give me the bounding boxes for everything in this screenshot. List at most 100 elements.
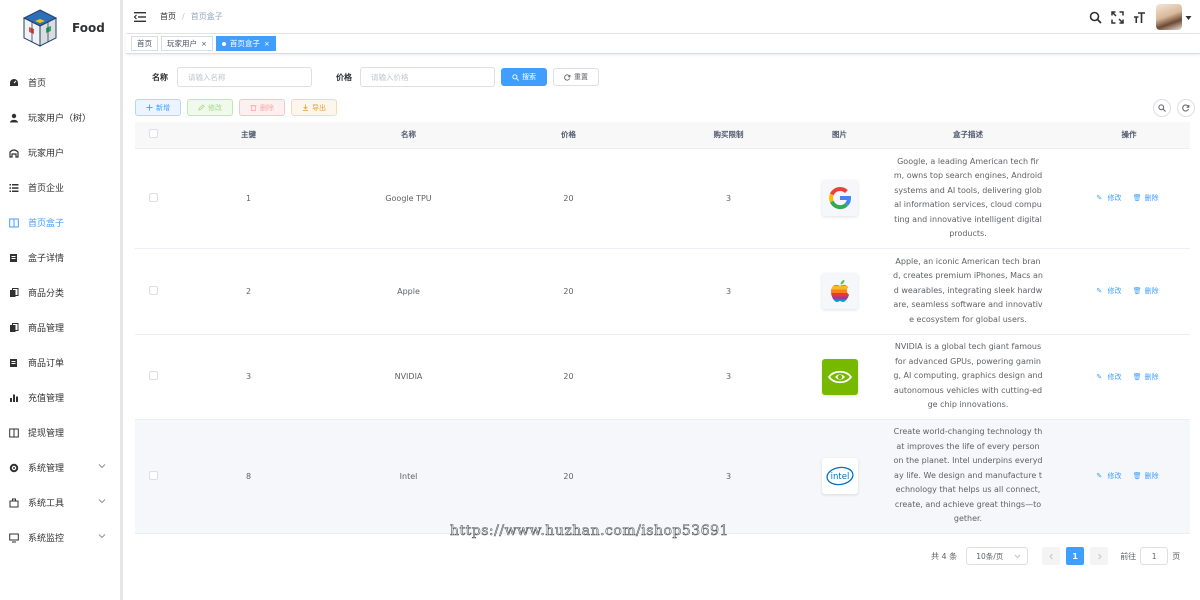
name-cell: Google TPU bbox=[326, 148, 491, 249]
hamburger-icon[interactable] bbox=[134, 11, 146, 22]
font-size-icon[interactable] bbox=[1133, 11, 1146, 24]
row-edit-link[interactable]: ✎ 修改 bbox=[1096, 194, 1124, 202]
goto-page-input[interactable]: 1 bbox=[1140, 547, 1169, 565]
intel-logo-image[interactable]: intel bbox=[821, 458, 858, 494]
sidebar-item-box-detail[interactable]: 盒子详情 bbox=[0, 240, 120, 275]
delete-button-label: 删除 bbox=[260, 103, 274, 112]
page-size-select[interactable]: 10条/页 bbox=[966, 547, 1029, 565]
search-button[interactable]: 搜索 bbox=[501, 68, 547, 86]
book-icon bbox=[9, 428, 19, 438]
page-number-button[interactable]: 1 bbox=[1066, 547, 1085, 565]
row-checkbox[interactable] bbox=[148, 192, 158, 202]
logo[interactable]: Food bbox=[0, 0, 120, 55]
list-icon bbox=[9, 183, 19, 193]
close-icon[interactable]: × bbox=[264, 40, 270, 48]
column-header: 图片 bbox=[811, 122, 868, 149]
apple-logo-image[interactable] bbox=[821, 273, 858, 309]
sidebar-item-category[interactable]: 商品分类 bbox=[0, 275, 120, 310]
name-cell: Intel bbox=[326, 419, 491, 534]
tag-home[interactable]: 首页 bbox=[131, 36, 158, 51]
prev-page-button[interactable] bbox=[1042, 547, 1061, 565]
nvidia-logo-image[interactable] bbox=[821, 358, 858, 395]
chevron-down-icon bbox=[1014, 554, 1021, 558]
row-delete-label: 删除 bbox=[1144, 472, 1159, 480]
sidebar-item-recharge[interactable]: 充值管理 bbox=[0, 380, 120, 415]
tag-home-box[interactable]: 首页盒子 × bbox=[215, 36, 276, 51]
google-logo-image[interactable] bbox=[821, 180, 858, 216]
row-delete-link[interactable]: 🗑︎ 删除 bbox=[1133, 194, 1162, 202]
tag-label: 玩家用户 bbox=[167, 39, 197, 48]
page-jumper: 前往 1 页 bbox=[1120, 547, 1180, 565]
table-row[interactable]: 8 Intel 20 3 intel Create world-changing… bbox=[135, 419, 1190, 534]
table-row[interactable]: 2 Apple 20 3 Apple, an iconic American t… bbox=[135, 248, 1190, 335]
sidebar-item-player-tree[interactable]: 玩家用户（树） bbox=[0, 100, 120, 135]
row-edit-link[interactable]: ✎ 修改 bbox=[1096, 472, 1124, 480]
row-edit-link[interactable]: ✎ 修改 bbox=[1096, 373, 1124, 381]
sidebar-item-goods[interactable]: 商品管理 bbox=[0, 310, 120, 345]
watermark: https://www.huzhan.com/ishop53691 bbox=[450, 523, 729, 540]
column-header: 盒子描述 bbox=[868, 122, 1068, 149]
row-select-cell bbox=[135, 248, 171, 335]
refresh-icon bbox=[564, 73, 571, 81]
people-icon bbox=[9, 148, 19, 158]
sidebar-item-withdraw[interactable]: 提现管理 bbox=[0, 415, 120, 450]
row-checkbox[interactable] bbox=[148, 371, 158, 380]
breadcrumb-separator: / bbox=[182, 12, 185, 21]
gear-icon bbox=[9, 463, 19, 473]
sidebar-item-tools[interactable]: 系统工具 bbox=[0, 485, 120, 520]
fullscreen-icon[interactable] bbox=[1111, 10, 1124, 24]
form-icon bbox=[9, 253, 19, 263]
sidebar: Food 首页 玩家用户（树） 玩家用户 首页企业 首页盒子 盒子详情 商品分类… bbox=[0, 0, 123, 600]
sidebar-item-orders[interactable]: 商品订单 bbox=[0, 345, 120, 380]
toolbar: 新增 修改 删除 导出 bbox=[135, 99, 343, 116]
edit-button[interactable]: 修改 bbox=[187, 99, 233, 116]
column-header: 操作 bbox=[1068, 122, 1190, 149]
refresh-button[interactable] bbox=[1177, 99, 1195, 117]
row-select-cell bbox=[135, 334, 171, 420]
table-row[interactable]: 1 Google TPU 20 3 Google, a leading Amer… bbox=[135, 148, 1190, 249]
image-cell: intel bbox=[811, 419, 868, 534]
sidebar-item-label: 商品分类 bbox=[28, 289, 65, 299]
tag-player[interactable]: 玩家用户 × bbox=[161, 36, 213, 51]
id-cell: 3 bbox=[171, 334, 326, 420]
row-delete-link[interactable]: 🗑︎ 删除 bbox=[1133, 287, 1162, 295]
intel-logo-icon: intel bbox=[825, 466, 854, 486]
row-checkbox[interactable] bbox=[148, 470, 158, 480]
breadcrumb-home[interactable]: 首页 bbox=[160, 11, 176, 22]
next-page-button[interactable] bbox=[1090, 547, 1109, 565]
sidebar-item-home-box[interactable]: 首页盒子 bbox=[0, 205, 120, 240]
sidebar-item-company[interactable]: 首页企业 bbox=[0, 170, 120, 205]
row-checkbox[interactable] bbox=[148, 285, 158, 295]
limit-cell: 3 bbox=[646, 419, 811, 534]
select-all-checkbox[interactable] bbox=[148, 129, 158, 139]
toggle-search-button[interactable] bbox=[1153, 99, 1171, 117]
export-button-label: 导出 bbox=[312, 103, 326, 112]
row-edit-link[interactable]: ✎ 修改 bbox=[1096, 287, 1124, 295]
row-delete-link[interactable]: 🗑︎ 删除 bbox=[1133, 373, 1162, 381]
search-icon[interactable] bbox=[1089, 11, 1102, 24]
name-input[interactable]: 请输入名称 bbox=[177, 67, 312, 87]
description-text: NVIDIA is a global tech giant famous for… bbox=[893, 342, 1043, 410]
sidebar-item-player[interactable]: 玩家用户 bbox=[0, 135, 120, 170]
select-all-cell bbox=[135, 122, 171, 149]
pagination: 共 4 条 10条/页 1 前往 1 页 bbox=[931, 547, 1180, 565]
reset-button[interactable]: 重置 bbox=[553, 68, 599, 86]
column-header: 名称 bbox=[326, 122, 491, 149]
sidebar-item-label: 盒子详情 bbox=[28, 254, 65, 264]
sidebar-item-monitor[interactable]: 系统监控 bbox=[0, 520, 120, 555]
price-input[interactable]: 请输入价格 bbox=[360, 67, 495, 87]
sidebar-item-system[interactable]: 系统管理 bbox=[0, 450, 120, 485]
close-icon[interactable]: × bbox=[201, 40, 207, 48]
export-button[interactable]: 导出 bbox=[291, 99, 337, 116]
row-delete-link[interactable]: 🗑︎ 删除 bbox=[1133, 472, 1162, 480]
caret-down-icon[interactable] bbox=[1185, 14, 1192, 21]
sidebar-item-home[interactable]: 首页 bbox=[0, 65, 120, 100]
avatar[interactable] bbox=[1156, 4, 1182, 30]
goto-suffix: 页 bbox=[1172, 551, 1181, 561]
delete-button[interactable]: 删除 bbox=[239, 99, 285, 116]
price-label: 价格 bbox=[336, 72, 352, 82]
add-button[interactable]: 新增 bbox=[135, 99, 181, 116]
row-edit-label: 修改 bbox=[1107, 372, 1122, 381]
right-toolbar bbox=[1147, 99, 1195, 117]
table-row[interactable]: 3 NVIDIA 20 3 NVIDIA is a global tech gi… bbox=[135, 334, 1190, 420]
